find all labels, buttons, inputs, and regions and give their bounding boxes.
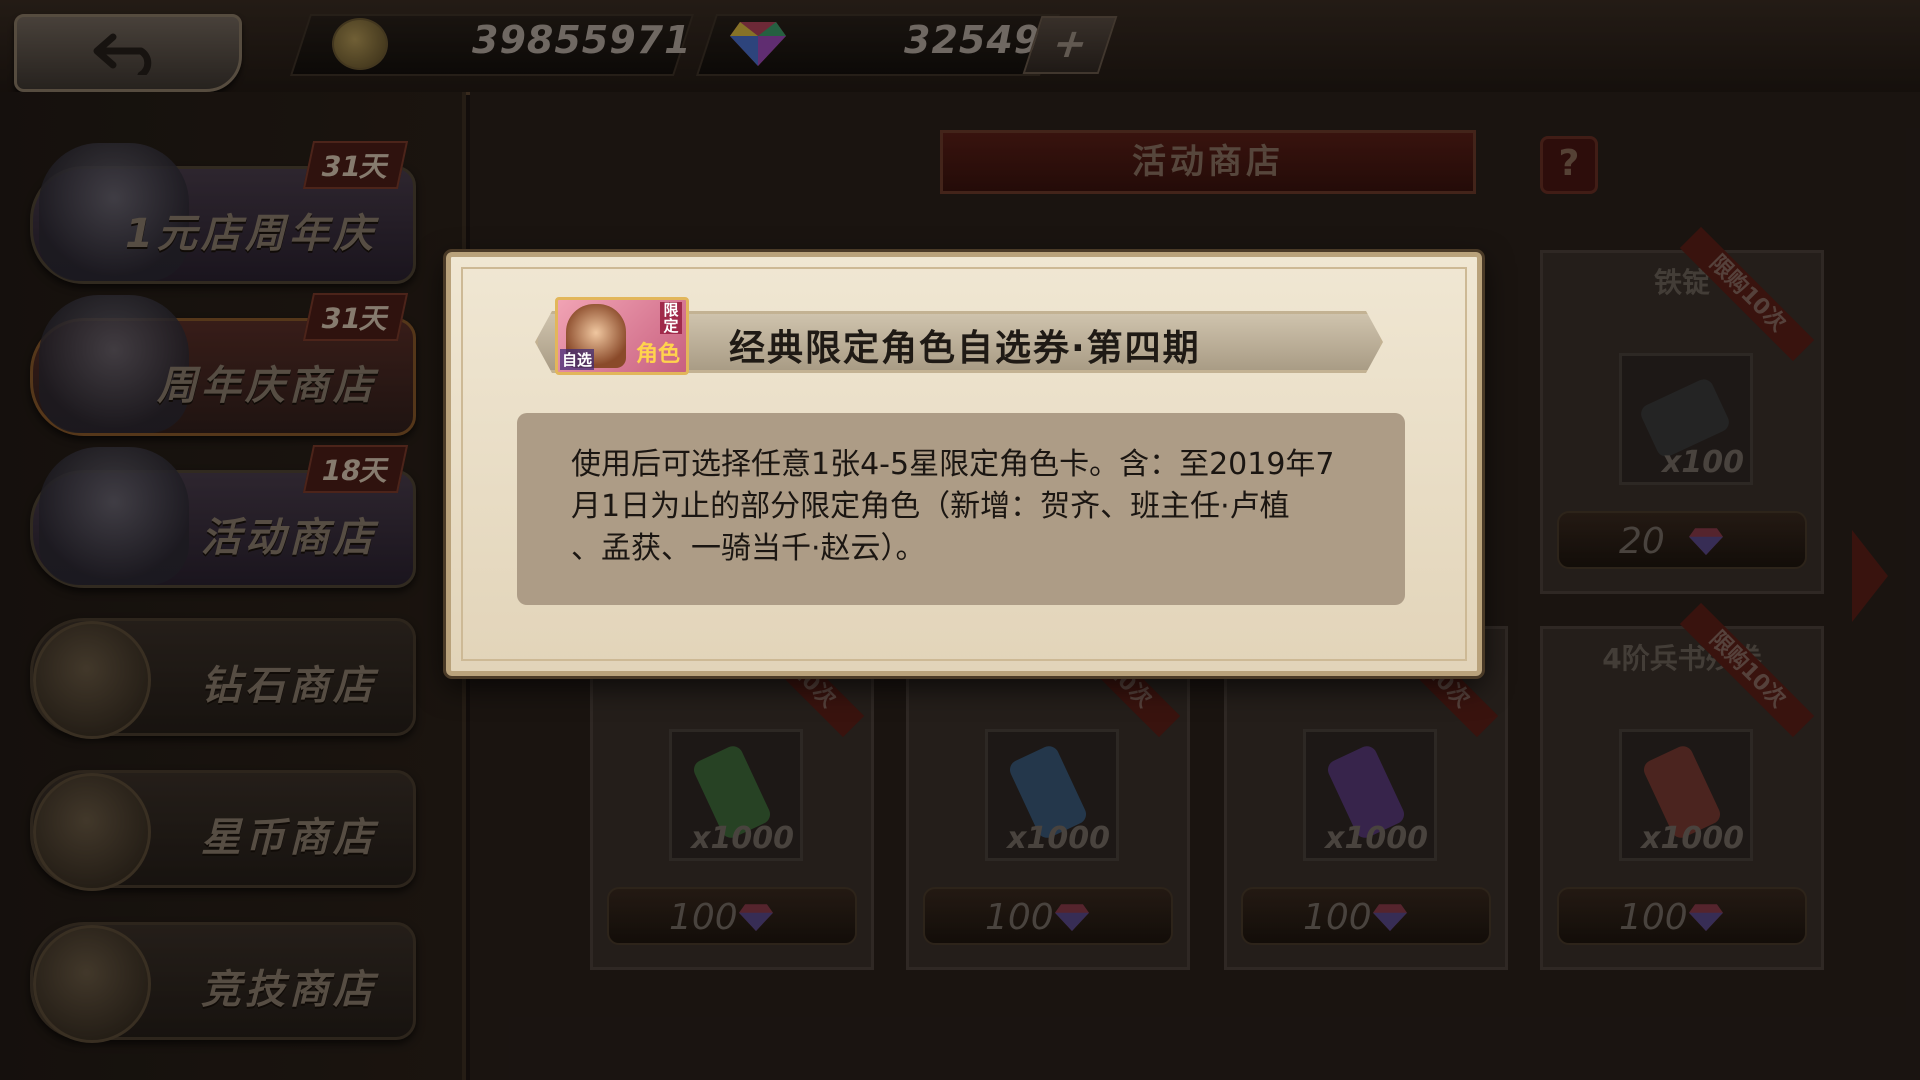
description-line: 使用后可选择任意1张4-5星限定角色卡。含：至2019年7 (571, 447, 1335, 482)
description-line: 月1日为止的部分限定角色（新增：贺齐、班主任·卢植 (571, 489, 1290, 524)
item-info-dialog: 限定 自选 角色 经典限定角色自选券·第四期 使用后可选择任意1张4-5星限定角… (446, 252, 1482, 676)
item-description-box: 使用后可选择任意1张4-5星限定角色卡。含：至2019年7 月1日为止的部分限定… (517, 413, 1405, 605)
character-voucher-icon: 限定 自选 角色 (555, 297, 689, 375)
role-tag: 角色 (635, 342, 680, 367)
select-tag: 自选 (560, 349, 595, 370)
limited-tag: 限定 (660, 302, 682, 334)
description-line: 、孟获、一骑当千·赵云）。 (571, 531, 926, 566)
dialog-title: 经典限定角色自选券·第四期 (729, 328, 1201, 369)
